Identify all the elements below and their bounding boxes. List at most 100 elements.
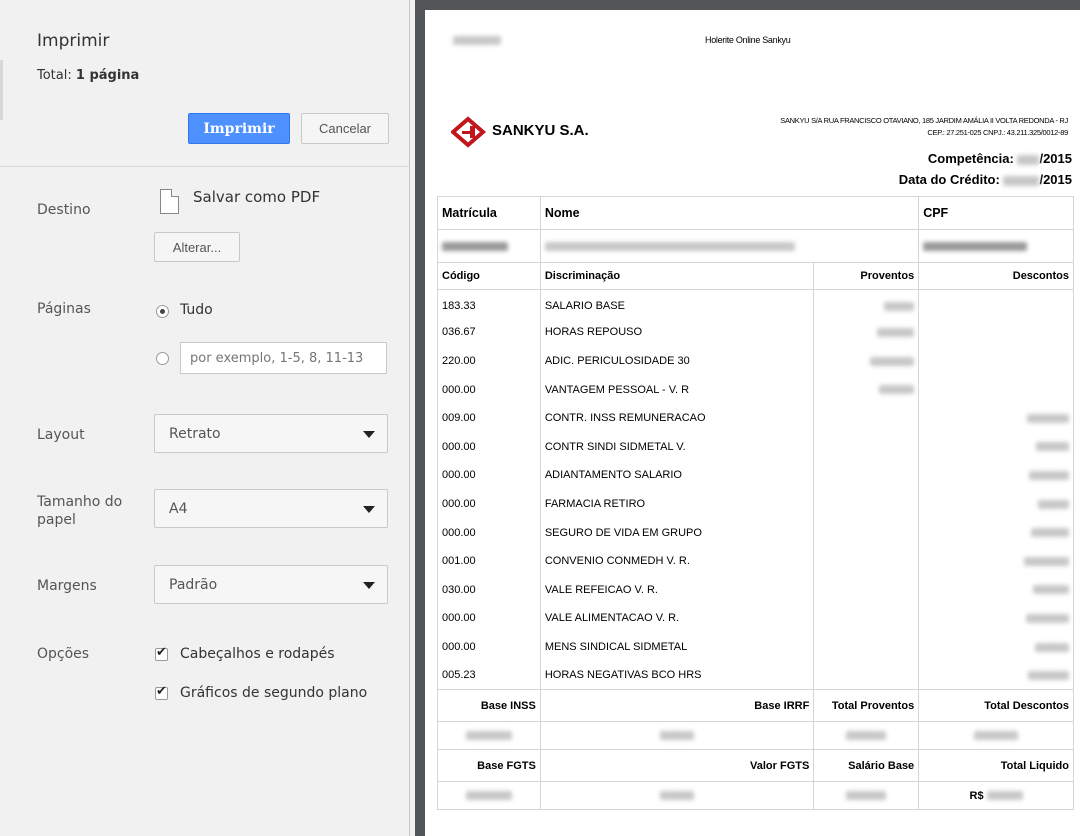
item-code: 183.33 (437, 289, 541, 319)
redacted-amount (1024, 556, 1069, 566)
chevron-down-icon (363, 582, 375, 589)
table-row: 000.00 VANTAGEM PESSOAL - V. R (437, 375, 1074, 404)
item-provento (813, 289, 920, 319)
item-provento (813, 346, 920, 376)
currency-symbol: R$ (969, 789, 984, 802)
headers-footers-checkbox[interactable] (155, 645, 168, 661)
item-description: SALARIO BASE (539, 289, 815, 319)
redacted-amount (1033, 585, 1069, 595)
item-desconto (918, 318, 1074, 347)
items-header-row: Código Discriminação Proventos Descontos (437, 262, 1074, 290)
table-row: 000.00 MENS SINDICAL SIDMETAL (437, 632, 1074, 662)
document-header-title: Holerite Online Sankyu (705, 35, 791, 45)
item-description: HORAS NEGATIVAS BCO HRS (539, 661, 815, 690)
data-credito: Data do Crédito: /2015 (899, 172, 1072, 187)
print-title: Imprimir (37, 31, 110, 51)
table-row: 005.23 HORAS NEGATIVAS BCO HRS (437, 661, 1074, 690)
table-row: 030.00 VALE REFEICAO V. R. (437, 575, 1074, 605)
total-label: Total: (37, 68, 72, 83)
redacted-amount (1026, 613, 1069, 623)
redacted-amount (846, 791, 887, 801)
redacted-amount (870, 356, 915, 366)
discriminacao-header: Discriminação (539, 262, 815, 290)
item-desconto (918, 489, 1074, 519)
redacted-amount (1035, 642, 1069, 652)
item-description: VALE REFEICAO V. R. (539, 575, 815, 605)
redacted-credit-date (1003, 175, 1040, 186)
item-description: MENS SINDICAL SIDMETAL (539, 632, 815, 662)
redacted-month (1017, 154, 1040, 165)
page-count: Total: 1 página (37, 68, 139, 83)
pages-all-radio[interactable] (156, 305, 169, 318)
pages-range-radio[interactable] (156, 352, 169, 365)
divider (0, 166, 410, 167)
total-label: Valor FGTS (539, 749, 815, 783)
table-row: 009.00 CONTR. INSS REMUNERACAO (437, 403, 1074, 433)
redacted-amount (660, 731, 695, 741)
total-label: Total Liquido (918, 749, 1074, 783)
id-values-row (437, 229, 1074, 263)
options-label: Opções (37, 646, 90, 662)
company-name: SANKYU S.A. (492, 122, 589, 139)
item-code: 005.23 (437, 661, 541, 690)
totals-row-2-labels: Base FGTS Valor FGTS Salário Base Total Liq… (437, 749, 1074, 783)
item-code: 000.00 (437, 489, 541, 519)
paper-size-select[interactable]: A4 (154, 489, 388, 528)
destination-label: Destino (37, 202, 91, 218)
item-desconto (918, 375, 1074, 404)
table-row: 000.00 CONTR SINDI SIDMETAL V. (437, 432, 1074, 462)
item-desconto (918, 289, 1074, 319)
redacted-amount (465, 791, 512, 801)
item-description: CONTR SINDI SIDMETAL V. (539, 432, 815, 462)
item-code: 000.00 (437, 432, 541, 462)
item-description: SEGURO DE VIDA EM GRUPO (539, 518, 815, 547)
redacted-name (544, 241, 795, 251)
layout-select[interactable]: Retrato (154, 414, 388, 453)
item-code: 000.00 (437, 604, 541, 633)
item-description: ADIC. PERICULOSIDADE 30 (539, 346, 815, 376)
pages-range-input[interactable] (180, 342, 387, 374)
layout-label: Layout (37, 427, 85, 443)
item-provento (813, 461, 920, 490)
item-description: VANTAGEM PESSOAL - V. R (539, 375, 815, 404)
competencia-label: Competência: (927, 151, 1014, 166)
margins-value: Padrão (169, 577, 218, 593)
totals-row-1-values (437, 721, 1074, 751)
item-provento (813, 318, 920, 347)
item-provento (813, 489, 920, 519)
total-label: Total Descontos (918, 689, 1074, 723)
item-description: VALE ALIMENTACAO V. R. (539, 604, 815, 633)
item-description: CONTR. INSS REMUNERACAO (539, 403, 815, 433)
table-row: 000.00 FARMACIA RETIRO (437, 489, 1074, 519)
sankyu-logo-icon (451, 116, 487, 148)
payslip-table: Matrícula Nome CPF Código Discriminação … (437, 196, 1074, 811)
redacted-amount (846, 731, 887, 741)
total-label: Base FGTS (437, 749, 541, 783)
change-destination-button[interactable]: Alterar... (154, 232, 240, 262)
pdf-file-icon (160, 189, 179, 214)
company-cep: CEP.: 27.251-025 CNPJ.: 43.211.325/0012-… (927, 128, 1068, 137)
cancel-button[interactable]: Cancelar (301, 113, 389, 144)
print-button[interactable]: Imprimir (188, 113, 290, 144)
chevron-down-icon (363, 431, 375, 438)
margins-select[interactable]: Padrão (154, 565, 388, 604)
cpf-header: CPF (918, 196, 1074, 230)
margins-label: Margens (37, 578, 97, 594)
item-desconto (918, 546, 1074, 576)
background-graphics-checkbox[interactable] (155, 684, 168, 700)
redacted-amount (884, 301, 915, 311)
redacted-amount (1028, 670, 1069, 680)
total-value (437, 721, 541, 751)
item-provento (813, 432, 920, 462)
table-row: 001.00 CONVENIO CONMEDH V. R. (437, 546, 1074, 576)
panel-accent (0, 60, 3, 120)
redacted-amount (1031, 528, 1069, 538)
item-code: 000.00 (437, 461, 541, 490)
competencia: Competência: /2015 (928, 151, 1072, 166)
pages-label: Páginas (37, 301, 91, 317)
item-desconto (918, 518, 1074, 547)
item-desconto (918, 432, 1074, 462)
redacted-amount (879, 385, 915, 395)
redacted-date (453, 36, 501, 45)
id-header-row: Matrícula Nome CPF (437, 196, 1074, 230)
